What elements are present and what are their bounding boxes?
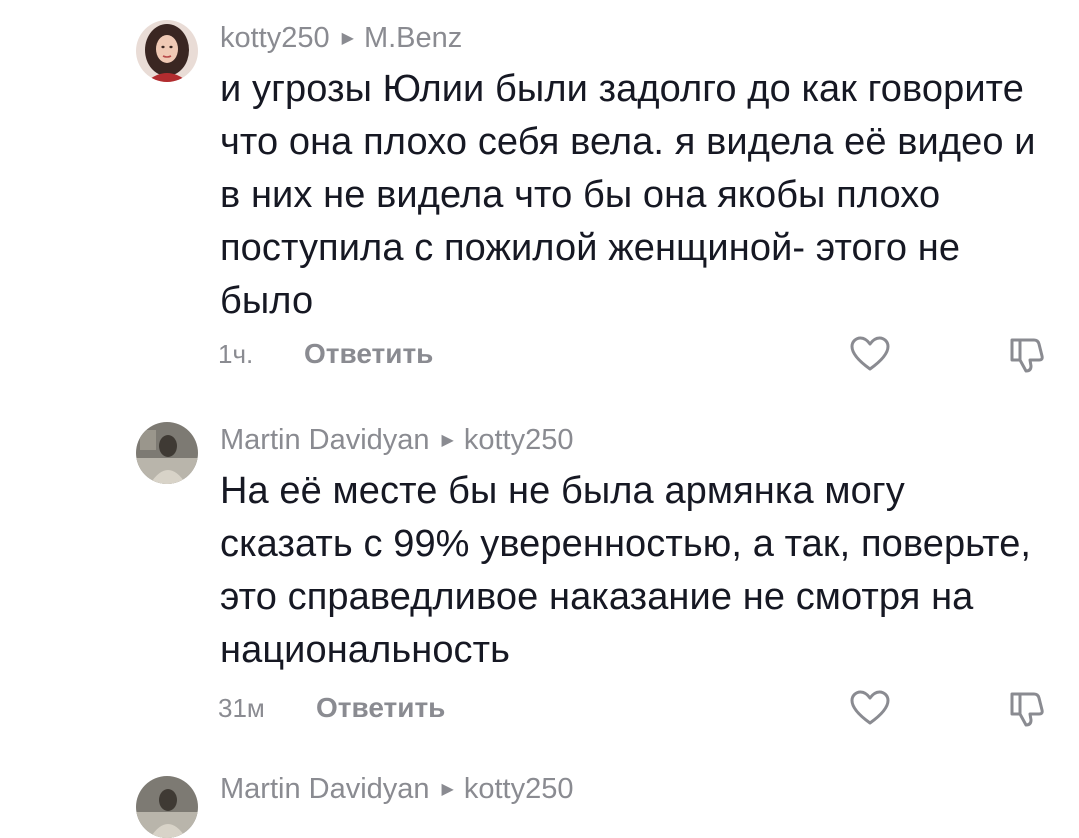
comment-footer: 31м Ответить: [218, 688, 1048, 728]
comment-text: и угрозы Юлии были задолго до как говори…: [220, 68, 1036, 322]
reply-to-name[interactable]: kotty250: [464, 424, 574, 456]
reply-button[interactable]: Ответить: [316, 688, 445, 728]
reply-arrow-icon: ▶: [441, 781, 454, 798]
comment-header: kotty250 ▶ M.Benz: [220, 20, 462, 57]
heart-outline-icon[interactable]: [848, 688, 892, 728]
avatar-image: [136, 776, 198, 838]
avatar[interactable]: [136, 20, 198, 82]
timestamp: 1ч.: [218, 339, 254, 369]
thumbs-down-icon[interactable]: [1004, 334, 1048, 374]
author-name[interactable]: Martin Davidyan: [220, 773, 430, 805]
timestamp: 31м: [218, 693, 265, 723]
comment-text: На её месте бы не была армянка могу сказ…: [220, 470, 1032, 671]
thumbs-down-icon[interactable]: [1004, 688, 1048, 728]
reply-arrow-icon: ▶: [441, 432, 454, 449]
avatar[interactable]: [136, 776, 198, 838]
reply-to-name[interactable]: kotty250: [464, 773, 574, 805]
comment-item: Martin Davidyan ▶ kotty250: [0, 760, 1079, 838]
reply-arrow-icon: ▶: [341, 30, 354, 47]
comment-item: Martin Davidyan ▶ kotty250 На её месте бы …: [0, 400, 1079, 760]
heart-outline-icon[interactable]: [848, 334, 892, 374]
avatar-image: [136, 20, 198, 82]
comment-header: Martin Davidyan ▶ kotty250: [220, 422, 573, 459]
comment-footer: 1ч. Ответить: [218, 334, 1048, 374]
author-name[interactable]: Martin Davidyan: [220, 424, 430, 456]
author-name[interactable]: kotty250: [220, 22, 330, 54]
reply-to-name[interactable]: M.Benz: [364, 22, 462, 54]
avatar-image: [136, 422, 198, 484]
reply-button[interactable]: Ответить: [304, 334, 433, 374]
comment-item: kotty250 ▶ M.Benz и угрозы Юлии были задол…: [0, 0, 1079, 400]
avatar[interactable]: [136, 422, 198, 484]
comment-header: Martin Davidyan ▶ kotty250: [220, 771, 573, 808]
